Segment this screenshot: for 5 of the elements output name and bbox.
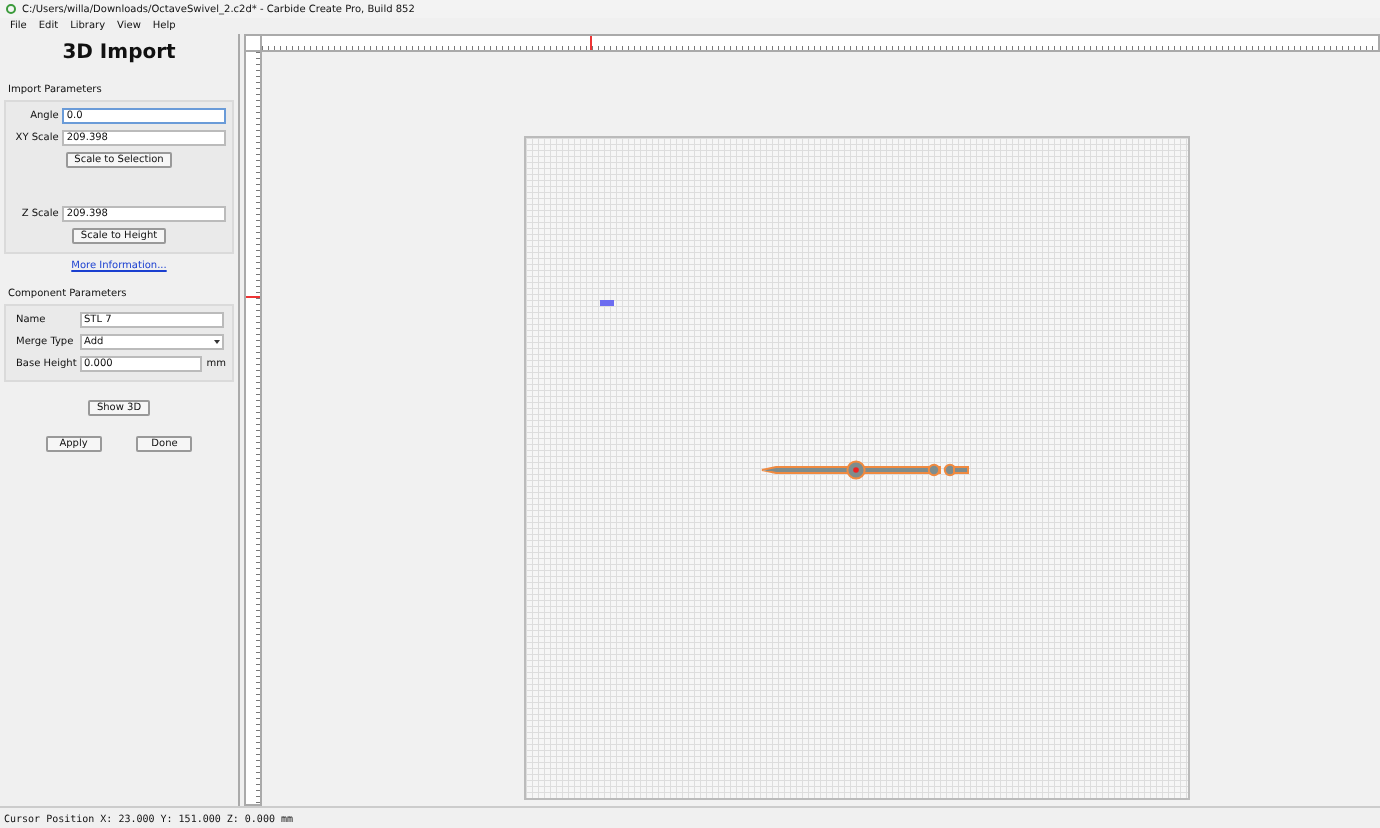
- app-icon: [6, 4, 16, 14]
- ruler-corner: [244, 34, 262, 52]
- panel-title: 3D Import: [60, 42, 178, 64]
- dropdown-arrow-icon: [214, 340, 220, 344]
- origin-marker: [600, 300, 614, 306]
